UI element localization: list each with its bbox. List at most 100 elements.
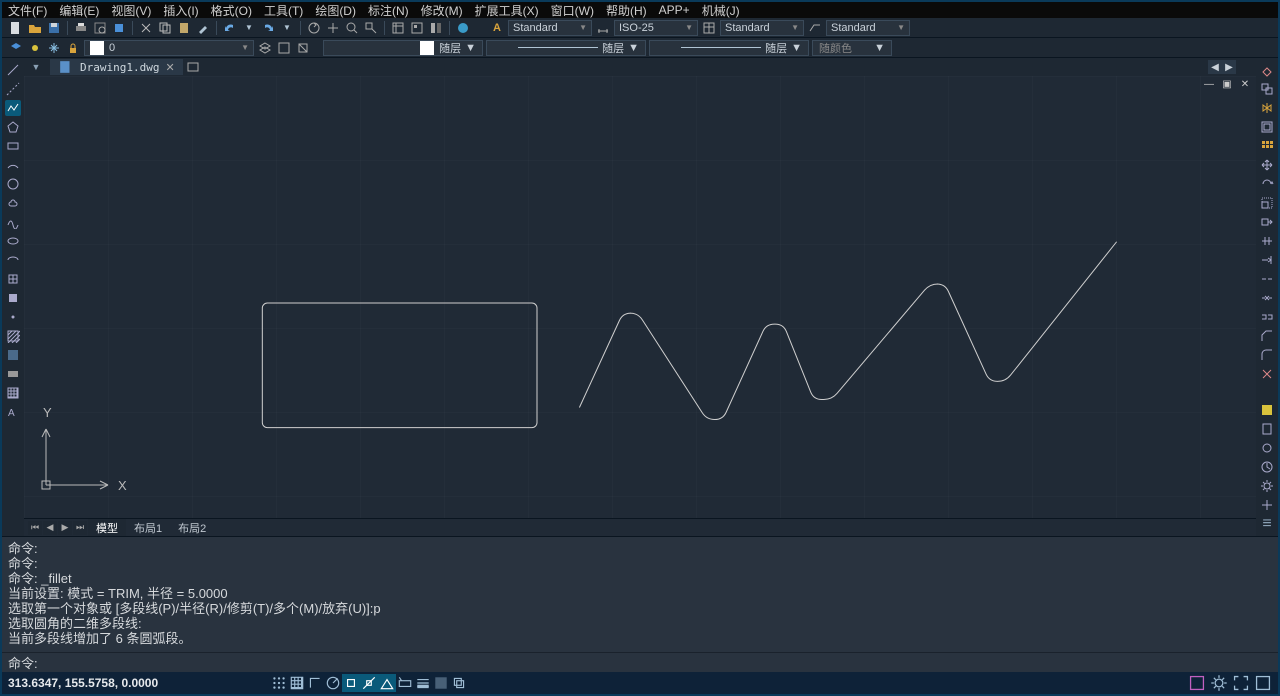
- selection-cycle-icon[interactable]: [1259, 440, 1275, 456]
- mtext-icon[interactable]: A: [5, 404, 21, 420]
- erase-icon[interactable]: [1259, 62, 1275, 78]
- ellipse-icon[interactable]: [5, 233, 21, 249]
- layer-manager-icon[interactable]: [8, 40, 24, 56]
- insert-block-icon[interactable]: [5, 271, 21, 287]
- layout-first-icon[interactable]: ⏮: [28, 521, 42, 535]
- model-paper-icon[interactable]: [1188, 674, 1206, 692]
- region-icon[interactable]: [5, 366, 21, 382]
- osnap-icon[interactable]: [342, 674, 360, 692]
- quick-calc-icon[interactable]: [1259, 421, 1275, 437]
- revision-cloud-icon[interactable]: [5, 195, 21, 211]
- table-icon[interactable]: [5, 385, 21, 401]
- menu-item-edit[interactable]: 编辑(E): [59, 2, 99, 19]
- construction-line-icon[interactable]: [5, 81, 21, 97]
- layout-tab-2[interactable]: 布局2: [170, 519, 214, 537]
- layer-iso-icon[interactable]: [276, 40, 292, 56]
- dynamic-ucs-icon[interactable]: [378, 674, 396, 692]
- snap-grid-icon[interactable]: [270, 674, 288, 692]
- undo-icon[interactable]: [222, 20, 238, 36]
- zoom-window-icon[interactable]: [363, 20, 379, 36]
- selection-cycling-icon[interactable]: [450, 674, 468, 692]
- make-block-icon[interactable]: [5, 290, 21, 306]
- spline-icon[interactable]: [5, 214, 21, 230]
- document-tab[interactable]: Drawing1.dwg ✕: [50, 59, 183, 75]
- break-at-point-icon[interactable]: [1259, 271, 1275, 287]
- print-icon[interactable]: [73, 20, 89, 36]
- text-style-icon[interactable]: A: [489, 20, 505, 36]
- dynamic-input-icon[interactable]: [396, 674, 414, 692]
- mleader-style-icon[interactable]: [807, 20, 823, 36]
- customize-icon[interactable]: [1259, 497, 1275, 513]
- menu-item-window[interactable]: 窗口(W): [551, 2, 594, 19]
- layout-tab-1[interactable]: 布局1: [126, 519, 170, 537]
- paste-icon[interactable]: [176, 20, 192, 36]
- color-combo[interactable]: 随层 ▼: [323, 40, 483, 56]
- move-icon[interactable]: [1259, 157, 1275, 173]
- regen-icon[interactable]: [306, 20, 322, 36]
- match-prop-icon[interactable]: [195, 20, 211, 36]
- design-center-icon[interactable]: [409, 20, 425, 36]
- menu-item-view[interactable]: 视图(V): [111, 2, 151, 19]
- cut-icon[interactable]: [138, 20, 154, 36]
- tab-scroll-left-icon[interactable]: ◀: [1208, 60, 1222, 74]
- offset-icon[interactable]: [1259, 119, 1275, 135]
- menu-item-app[interactable]: APP+: [659, 3, 690, 17]
- explode-icon[interactable]: [1259, 366, 1275, 382]
- rectangle-icon[interactable]: [5, 138, 21, 154]
- options-icon[interactable]: [1259, 478, 1275, 494]
- layout-next-icon[interactable]: ▶: [58, 521, 72, 535]
- copy-icon[interactable]: [157, 20, 173, 36]
- trim-icon[interactable]: [1259, 233, 1275, 249]
- menu-item-tools[interactable]: 工具(T): [264, 2, 303, 19]
- grid-display-icon[interactable]: [288, 674, 306, 692]
- lineweight-combo[interactable]: 随层 ▼: [649, 40, 809, 56]
- table-style-combo[interactable]: Standard ▼: [720, 20, 804, 36]
- plot-style-combo[interactable]: 随颜色 ▼: [812, 40, 892, 56]
- array-icon[interactable]: [1259, 138, 1275, 154]
- print-preview-icon[interactable]: [92, 20, 108, 36]
- open-file-icon[interactable]: [27, 20, 43, 36]
- redo-dropdown[interactable]: ▼: [279, 20, 295, 36]
- mleader-style-combo[interactable]: Standard ▼: [826, 20, 910, 36]
- fullscreen-icon[interactable]: [1232, 674, 1250, 692]
- save-icon[interactable]: [46, 20, 62, 36]
- polyline-icon[interactable]: [5, 100, 21, 116]
- clean-screen-icon[interactable]: [1254, 674, 1272, 692]
- layer-lock-icon[interactable]: [65, 40, 81, 56]
- menu-item-dim[interactable]: 标注(N): [368, 2, 409, 19]
- layout-last-icon[interactable]: ⏭: [73, 521, 87, 535]
- chamfer-icon[interactable]: [1259, 328, 1275, 344]
- lineweight-display-icon[interactable]: [414, 674, 432, 692]
- linetype-combo[interactable]: 随层 ▼: [486, 40, 646, 56]
- coordinates-readout[interactable]: 313.6347, 155.5758, 0.0000: [8, 676, 178, 690]
- scale-icon[interactable]: [1259, 195, 1275, 211]
- menu-item-insert[interactable]: 插入(I): [163, 2, 198, 19]
- ellipse-arc-icon[interactable]: [5, 252, 21, 268]
- layer-prev-icon[interactable]: [257, 40, 273, 56]
- pan-icon[interactable]: [325, 20, 341, 36]
- stretch-icon[interactable]: [1259, 214, 1275, 230]
- layout-tab-model[interactable]: 模型: [88, 519, 126, 537]
- tool-palettes-icon[interactable]: [428, 20, 444, 36]
- circle-icon[interactable]: [5, 176, 21, 192]
- table-style-icon[interactable]: [701, 20, 717, 36]
- drawing-canvas[interactable]: — ▣ ✕ Y X: [24, 76, 1256, 518]
- menu-item-draw[interactable]: 绘图(D): [315, 2, 356, 19]
- layer-freeze-icon[interactable]: [46, 40, 62, 56]
- help-icon[interactable]: [455, 20, 471, 36]
- gradient-icon[interactable]: [5, 347, 21, 363]
- dim-style-icon[interactable]: [595, 20, 611, 36]
- mirror-icon[interactable]: [1259, 100, 1275, 116]
- properties-panel-icon[interactable]: [1259, 402, 1275, 418]
- doc-tab-menu-icon[interactable]: ▼: [28, 59, 44, 75]
- drawing-recovery-icon[interactable]: [1259, 459, 1275, 475]
- publish-icon[interactable]: [111, 20, 127, 36]
- join-icon[interactable]: [1259, 309, 1275, 325]
- tab-scroll-right-icon[interactable]: ▶: [1222, 60, 1236, 74]
- layer-states-icon[interactable]: [27, 40, 43, 56]
- new-file-icon[interactable]: [8, 20, 24, 36]
- line-icon[interactable]: [5, 62, 21, 78]
- menu-item-help[interactable]: 帮助(H): [606, 2, 647, 19]
- break-icon[interactable]: [1259, 290, 1275, 306]
- otrack-icon[interactable]: [360, 674, 378, 692]
